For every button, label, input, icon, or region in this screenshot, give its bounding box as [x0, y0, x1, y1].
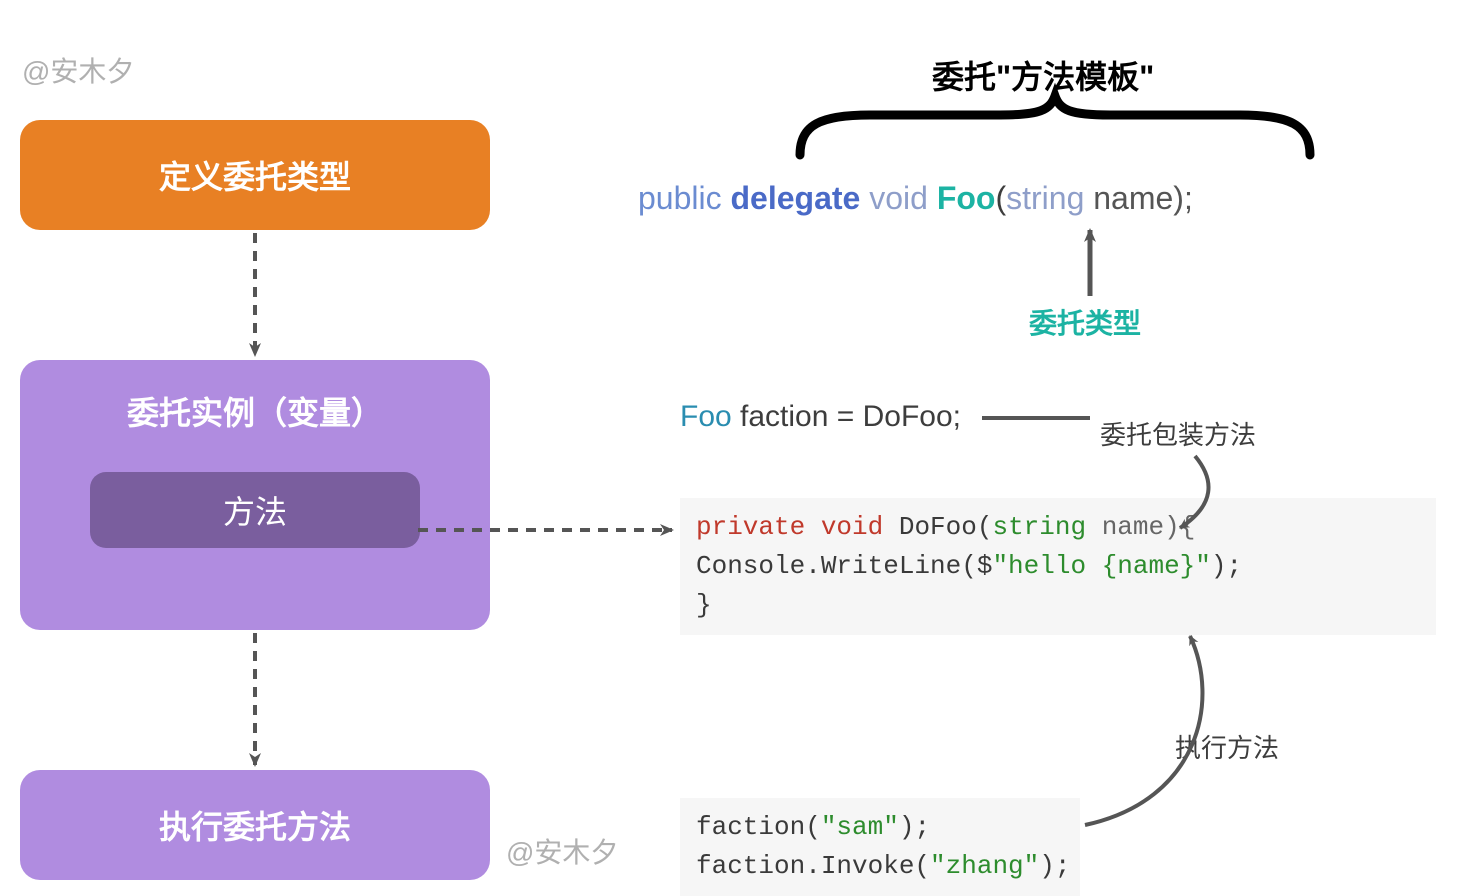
- box-instance-label: 委托实例（变量）: [127, 388, 383, 434]
- code-line-2: Console.WriteLine($"hello {name}");: [696, 547, 1420, 586]
- delegate-declaration: public delegate void Foo(string name);: [638, 180, 1193, 217]
- console-call: Console.WriteLine($: [696, 551, 992, 581]
- keyword-private: private: [696, 512, 805, 542]
- watermark-top: @安木夕: [22, 50, 134, 90]
- foo-assignment: Foo faction = DoFoo;: [680, 400, 961, 434]
- lit-sam: "sam": [821, 812, 899, 842]
- label-exec-method: 执行方法: [1175, 728, 1279, 765]
- param-name: name);: [1084, 180, 1192, 216]
- box-define-delegate: 定义委托类型: [20, 120, 490, 230]
- invoke-1a: faction(: [696, 812, 821, 842]
- code-block-dofoo: private void DoFoo(string name){ Console…: [680, 498, 1436, 635]
- box-execute-delegate: 执行委托方法: [20, 770, 490, 880]
- paren-open: (: [995, 180, 1006, 216]
- code-block-invoke: faction("sam"); faction.Invoke("zhang");: [680, 798, 1080, 896]
- lit-zhang: "zhang": [930, 851, 1039, 881]
- invoke-2a: faction.Invoke(: [696, 851, 930, 881]
- code-line-3: }: [696, 586, 1420, 625]
- box-execute-label: 执行委托方法: [159, 802, 351, 848]
- label-wrap-method: 委托包装方法: [1100, 415, 1256, 452]
- box-method: 方法: [90, 472, 420, 548]
- keyword-string: string: [1006, 180, 1084, 216]
- keyword-string2: string: [992, 512, 1086, 542]
- invoke-line-1: faction("sam");: [696, 808, 1064, 847]
- keyword-foo: Foo: [937, 180, 996, 216]
- param-name2: name){: [1086, 512, 1195, 542]
- keyword-public: public: [638, 180, 722, 216]
- watermark-bottom: @安木夕: [506, 831, 618, 871]
- invoke-line-2: faction.Invoke("zhang");: [696, 847, 1064, 886]
- keyword-void2: void: [821, 512, 883, 542]
- invoke-1b: );: [899, 812, 930, 842]
- box-method-label: 方法: [223, 487, 287, 533]
- code-line-1: private void DoFoo(string name){: [696, 508, 1420, 547]
- annotation-template-title: 委托"方法模板": [932, 52, 1154, 98]
- fn-open: DoFoo(: [883, 512, 992, 542]
- box-define-label: 定义委托类型: [159, 152, 351, 198]
- annotation-type-label: 委托类型: [1029, 302, 1141, 342]
- box-delegate-instance: 委托实例（变量） 方法: [20, 360, 490, 630]
- foo-rest: faction = DoFoo;: [732, 400, 961, 433]
- string-literal: "hello {name}": [992, 551, 1210, 581]
- curly-brace: [800, 96, 1310, 155]
- type-foo: Foo: [680, 400, 732, 433]
- close-paren: );: [1211, 551, 1242, 581]
- keyword-void: void: [869, 180, 928, 216]
- keyword-delegate: delegate: [731, 180, 861, 216]
- invoke-2b: );: [1039, 851, 1070, 881]
